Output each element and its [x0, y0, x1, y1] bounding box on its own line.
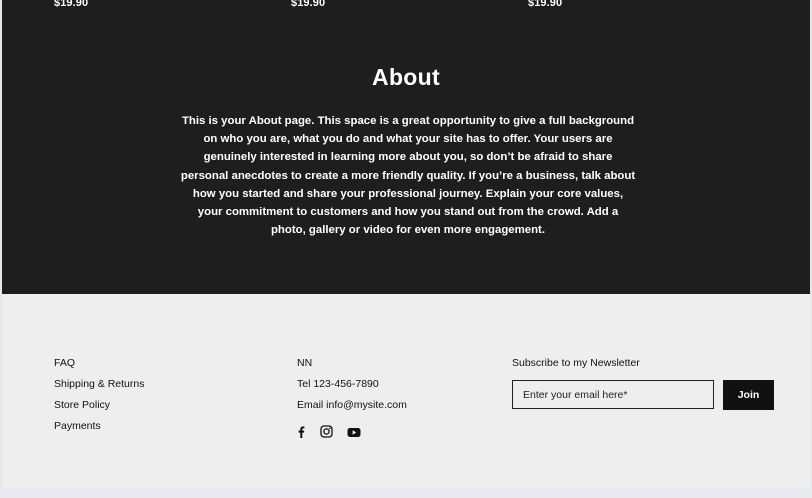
instagram-icon[interactable] [320, 425, 333, 443]
about-body: This is your About page. This space is a… [180, 115, 636, 237]
footer-link-faq[interactable]: FAQ [54, 356, 144, 377]
footer-links: FAQ Shipping & Returns Store Policy Paym… [54, 356, 144, 440]
bottom-strip [0, 488, 812, 498]
social-bar [296, 425, 375, 443]
product-price: $19.90 [54, 0, 89, 9]
about-title: About [372, 64, 440, 90]
youtube-icon[interactable] [347, 425, 361, 443]
product-price: $19.90 [291, 0, 326, 9]
footer-link-shipping-returns[interactable]: Shipping & Returns [54, 377, 144, 398]
footer-link-payments[interactable]: Payments [54, 419, 144, 440]
page: $19.90 $19.90 $19.90 About This is your … [0, 0, 812, 498]
contact-info: NN Tel 123-456-7890 Email info@mysite.co… [297, 356, 407, 419]
product-price: $19.90 [528, 0, 563, 9]
contact-tel: Tel 123-456-7890 [297, 378, 379, 390]
newsletter-form: Join [512, 380, 774, 410]
footer-link-store-policy[interactable]: Store Policy [54, 398, 144, 419]
footer: FAQ Shipping & Returns Store Policy Paym… [2, 294, 810, 488]
newsletter: Subscribe to my Newsletter Join [512, 356, 774, 410]
newsletter-label: Subscribe to my Newsletter [512, 357, 640, 369]
email-input[interactable] [512, 380, 714, 409]
contact-name: NN [297, 357, 313, 369]
contact-email: Email info@mysite.com [297, 399, 407, 411]
about-section: $19.90 $19.90 $19.90 About This is your … [2, 0, 810, 294]
facebook-icon[interactable] [296, 425, 306, 443]
join-button[interactable]: Join [723, 380, 774, 410]
